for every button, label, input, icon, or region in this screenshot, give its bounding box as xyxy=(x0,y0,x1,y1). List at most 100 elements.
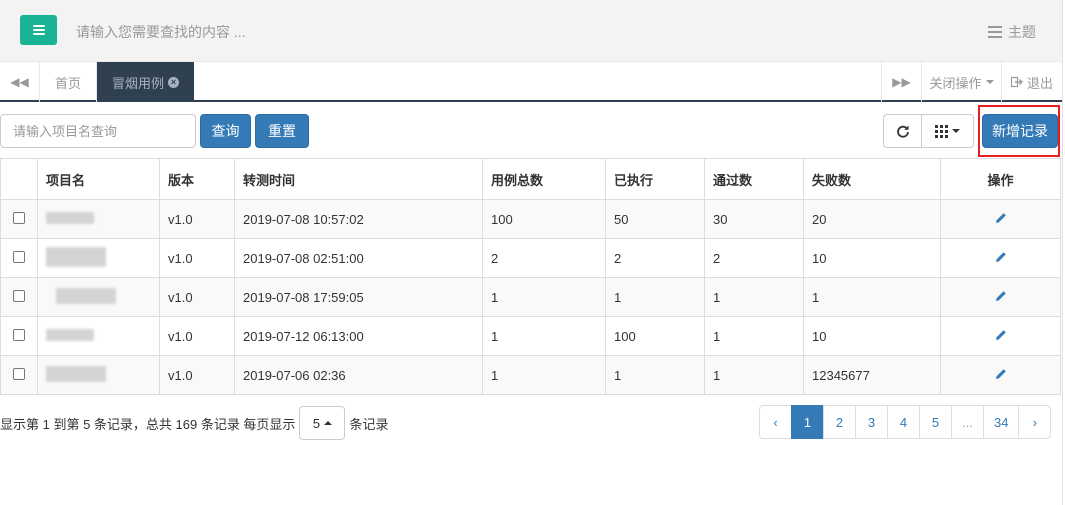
total-cell: 1 xyxy=(482,355,606,395)
column-header-test-time[interactable]: 转测时间 xyxy=(234,158,483,200)
chevron-up-icon xyxy=(324,421,333,425)
row-checkbox[interactable] xyxy=(13,211,25,224)
failed-cell: 20 xyxy=(803,199,941,239)
failed-cell: 12345677 xyxy=(803,355,941,395)
add-record-button[interactable]: 新增记录 xyxy=(982,114,1058,148)
theme-button[interactable]: 主题 xyxy=(988,22,1036,42)
row-checkbox[interactable] xyxy=(13,289,25,302)
table-row: v1.0 2019-07-06 02:36 1 1 1 12345677 xyxy=(0,355,1061,395)
double-right-arrow-icon: ▶▶ xyxy=(892,75,911,89)
failed-cell: 10 xyxy=(803,316,941,356)
logout-button[interactable]: 退出 xyxy=(1001,62,1062,102)
table-row: v1.0 2019-07-08 10:57:02 100 50 30 20 xyxy=(0,199,1061,239)
column-header-passed[interactable]: 通过数 xyxy=(704,158,804,200)
grid-icon xyxy=(935,124,948,138)
project-name-cell xyxy=(37,316,160,356)
tabs-scroll-left-button[interactable]: ◀◀ xyxy=(0,62,40,102)
refresh-icon xyxy=(896,125,909,138)
page-button[interactable]: 3 xyxy=(855,405,888,439)
page-button[interactable]: 1 xyxy=(791,405,824,439)
menu-toggle-button[interactable] xyxy=(20,15,57,45)
version-cell: v1.0 xyxy=(159,199,235,239)
close-tab-icon[interactable]: × xyxy=(168,76,179,88)
version-cell: v1.0 xyxy=(159,316,235,356)
column-header-executed[interactable]: 已执行 xyxy=(605,158,705,200)
actions-cell xyxy=(940,277,1061,317)
actions-cell xyxy=(940,316,1061,356)
table-header-row: 项目名 版本 转测时间 用例总数 已执行 通过数 失败数 操作 xyxy=(0,158,1061,200)
passed-cell: 1 xyxy=(704,355,804,395)
actions-cell xyxy=(940,355,1061,395)
pencil-icon[interactable] xyxy=(994,250,1008,264)
theme-icon xyxy=(988,26,1002,38)
version-cell: v1.0 xyxy=(159,238,235,278)
tab-smoke-cases[interactable]: 冒烟用例 × xyxy=(97,62,194,102)
column-header-total-cases[interactable]: 用例总数 xyxy=(482,158,606,200)
double-left-arrow-icon: ◀◀ xyxy=(10,75,29,89)
global-search-input[interactable]: 请输入您需要查找的内容 ... xyxy=(76,22,246,42)
row-checkbox-cell xyxy=(0,238,38,278)
test-time-cell: 2019-07-08 10:57:02 xyxy=(234,199,483,239)
row-checkbox-cell xyxy=(0,277,38,317)
redacted-project-name xyxy=(46,211,94,224)
theme-label: 主题 xyxy=(1008,24,1036,40)
row-checkbox[interactable] xyxy=(13,250,25,263)
failed-cell: 1 xyxy=(803,277,941,317)
page-next-button[interactable]: › xyxy=(1018,405,1052,439)
actions-cell xyxy=(940,238,1061,278)
pencil-icon[interactable] xyxy=(994,328,1008,342)
test-time-cell: 2019-07-08 02:51:00 xyxy=(234,238,483,278)
page-prev-button[interactable]: ‹ xyxy=(759,405,792,439)
project-name-cell xyxy=(37,199,160,239)
page-button[interactable]: 4 xyxy=(887,405,920,439)
total-cell: 1 xyxy=(482,277,606,317)
table-row: v1.0 2019-07-08 02:51:00 2 2 2 10 xyxy=(0,238,1061,278)
pagination-info-suffix: 条记录 xyxy=(349,416,389,432)
close-operations-label: 关闭操作 xyxy=(929,75,982,91)
column-header-failed[interactable]: 失败数 xyxy=(803,158,941,200)
pagination: ‹ 1 2 3 4 5 ... 34 › xyxy=(759,405,1052,439)
window-edge xyxy=(1062,0,1063,505)
project-search-input[interactable] xyxy=(0,114,196,148)
pagination-info-prefix: 显示第 1 到第 5 条记录，总共 169 条记录 每页显示 xyxy=(0,416,296,432)
columns-toggle-button[interactable] xyxy=(922,114,974,148)
executed-cell: 2 xyxy=(605,238,705,278)
page-button[interactable]: 5 xyxy=(919,405,952,439)
passed-cell: 1 xyxy=(704,277,804,317)
page-ellipsis: ... xyxy=(951,405,984,439)
row-checkbox[interactable] xyxy=(13,328,25,341)
query-button[interactable]: 查询 xyxy=(200,114,251,148)
table-row: v1.0 2019-07-12 06:13:00 1 100 1 10 xyxy=(0,316,1061,356)
total-cell: 100 xyxy=(482,199,606,239)
page-button[interactable]: 2 xyxy=(823,405,856,439)
failed-cell: 10 xyxy=(803,238,941,278)
tab-home-label: 首页 xyxy=(54,75,81,91)
project-name-cell xyxy=(37,238,160,278)
tab-home[interactable]: 首页 xyxy=(40,62,97,102)
pencil-icon[interactable] xyxy=(994,211,1008,225)
page-size-value: 5 xyxy=(312,415,321,431)
redacted-project-name xyxy=(46,365,106,382)
page-button[interactable]: 34 xyxy=(983,405,1020,439)
executed-cell: 100 xyxy=(605,316,705,356)
pencil-icon[interactable] xyxy=(994,367,1008,381)
actions-cell xyxy=(940,199,1061,239)
version-cell: v1.0 xyxy=(159,277,235,317)
sign-out-icon xyxy=(1010,76,1023,88)
page-size-dropdown[interactable]: 5 xyxy=(299,406,346,440)
redacted-project-name xyxy=(56,287,116,304)
row-checkbox[interactable] xyxy=(13,367,25,380)
column-header-project-name[interactable]: 项目名 xyxy=(37,158,160,200)
column-header-version[interactable]: 版本 xyxy=(159,158,235,200)
project-name-cell xyxy=(37,355,160,395)
project-name-cell xyxy=(37,277,160,317)
close-operations-dropdown[interactable]: 关闭操作 xyxy=(921,62,1001,102)
row-checkbox-cell xyxy=(0,355,38,395)
row-checkbox-cell xyxy=(0,199,38,239)
pencil-icon[interactable] xyxy=(994,289,1008,303)
redacted-project-name xyxy=(46,328,94,341)
refresh-button[interactable] xyxy=(883,114,922,148)
passed-cell: 1 xyxy=(704,316,804,356)
reset-button[interactable]: 重置 xyxy=(255,114,309,148)
tabs-scroll-right-button[interactable]: ▶▶ xyxy=(881,62,921,102)
